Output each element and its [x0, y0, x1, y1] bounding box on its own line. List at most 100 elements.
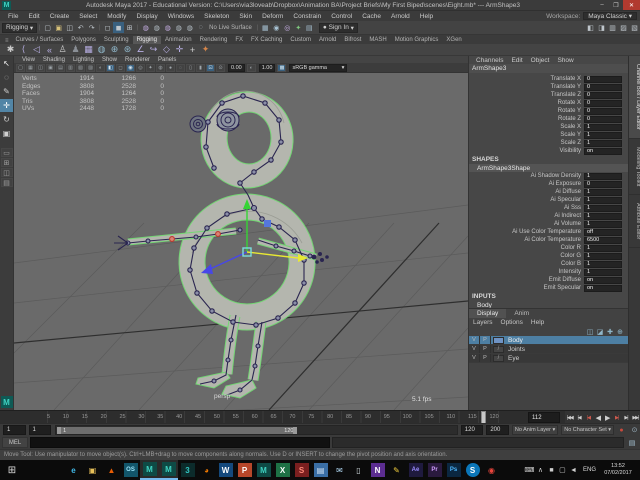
new-scene-icon[interactable]: ▢	[42, 22, 53, 33]
attribute-value-field[interactable]: 6500	[584, 236, 622, 244]
shelf-tab[interactable]: Motion Graphics	[391, 36, 443, 44]
layer-options-icon[interactable]: ⊕	[615, 327, 625, 336]
panel-toolbar-icon[interactable]: ▣	[46, 63, 55, 72]
layer-color-swatch[interactable]: /	[493, 345, 504, 353]
attribute-label[interactable]: Visibility	[469, 148, 584, 154]
substance-icon[interactable]: S	[292, 460, 311, 480]
layer-name[interactable]: Body	[506, 337, 523, 344]
anim-layer-dropdown[interactable]: No Anim Layer ▾	[511, 425, 559, 435]
attribute-label[interactable]: Translate Y	[469, 84, 584, 90]
time-slider[interactable]: 5 10 15 20 25 30 35 40 45 50 55 60 65 70 75 80 85 90 95 100…	[0, 410, 640, 424]
show-channel-box-icon[interactable]: ▧	[629, 22, 640, 33]
animation-end-field[interactable]: 200	[486, 425, 509, 435]
menu-item[interactable]: Arnold	[386, 13, 415, 20]
panel-toolbar-icon[interactable]: ◉	[126, 63, 135, 72]
channel-box-menu-item[interactable]: Edit	[507, 57, 526, 64]
panel-toolbar-icon[interactable]: ▢	[16, 63, 25, 72]
hidden-icons-chevron[interactable]: ∧	[535, 463, 546, 477]
word-icon[interactable]: W	[216, 460, 235, 480]
panel-toolbar-icon[interactable]: ⊡	[206, 63, 215, 72]
ik-handle-icon[interactable]: ⟨	[17, 44, 30, 56]
tray-app-icon[interactable]: ■	[546, 463, 557, 477]
anim-preferences-icon[interactable]: ⊙	[629, 425, 640, 436]
mail-icon[interactable]: ✉	[330, 460, 349, 480]
shape-node-name[interactable]: ArmShape3Shape	[469, 164, 628, 172]
render-settings-icon[interactable]: ◎	[282, 22, 293, 33]
snap-curve-icon[interactable]: ◍	[151, 22, 162, 33]
layout-outliner[interactable]: ▤	[0, 178, 13, 187]
select-object-icon[interactable]: ◼	[113, 22, 125, 33]
attribute-label[interactable]: Emit Specular	[469, 285, 584, 291]
snap-grid-icon[interactable]: ◍	[140, 22, 151, 33]
minimize-button[interactable]: –	[595, 0, 609, 10]
show-hypershade-icon[interactable]: ◨	[596, 22, 607, 33]
document-icon[interactable]: ▯	[349, 460, 368, 480]
panel-toolbar-icon[interactable]: ▤	[56, 63, 65, 72]
humanik-control-icon[interactable]: ♟	[69, 44, 82, 56]
paint-select-tool[interactable]: ✎	[0, 85, 13, 98]
pencil-icon[interactable]: ✎	[387, 460, 406, 480]
layer-name[interactable]: Joints	[506, 346, 525, 353]
sidebar-vertical-tab[interactable]: Channel Box / Layer Editor	[629, 56, 640, 139]
range-groove[interactable]: 1 120	[55, 425, 458, 435]
play-backwards-button[interactable]: ◀	[593, 414, 602, 422]
sign-in-button[interactable]: ● Sign In ▾	[318, 22, 358, 33]
shelf-tab[interactable]: Custom	[286, 36, 315, 44]
humanik-character-icon[interactable]: ♙	[56, 44, 69, 56]
mirror-weights-icon[interactable]: ↪	[147, 44, 160, 56]
attribute-value-field[interactable]: 1	[584, 139, 622, 147]
ipr-render-icon[interactable]: ◉	[271, 22, 282, 33]
auto-keyframe-icon[interactable]: ●	[616, 425, 627, 436]
step-forward-key-button[interactable]: ▶|	[612, 415, 621, 421]
attribute-value-field[interactable]: off	[584, 228, 622, 236]
attribute-value-field[interactable]: 1	[584, 260, 622, 268]
layer-name[interactable]: Eye	[506, 355, 519, 362]
redo-icon[interactable]: ↷	[86, 22, 97, 33]
attribute-label[interactable]: Ai Use Color Temperature	[469, 229, 584, 235]
attribute-value-field[interactable]: 1	[584, 123, 622, 131]
layout-persp-outliner[interactable]: ◫	[0, 168, 13, 177]
layer-row[interactable]: V P Body	[469, 336, 628, 345]
layer-playback-toggle[interactable]: P	[480, 345, 491, 353]
clock[interactable]: 13:52 07/02/2017	[600, 463, 640, 477]
interactive-bind-icon[interactable]: ⊛	[121, 44, 134, 56]
lasso-select-tool[interactable]: ◌	[0, 71, 13, 84]
attribute-value-field[interactable]: 1	[584, 188, 622, 196]
show-modeling-toolkit-icon[interactable]: ◧	[585, 22, 596, 33]
layer-add-icon[interactable]: ✚	[605, 327, 615, 336]
menu-item[interactable]: Modify	[102, 13, 131, 20]
menuset-dropdown[interactable]: Rigging ▾	[2, 22, 38, 33]
attribute-value-field[interactable]: 1	[584, 196, 622, 204]
attribute-value-field[interactable]: 0	[584, 180, 622, 188]
attribute-value-field[interactable]: 1	[584, 220, 622, 228]
layer-row[interactable]: V P / Joints	[469, 345, 628, 354]
launch-render-icon[interactable]: ▤	[304, 22, 315, 33]
close-button[interactable]: ✕	[623, 0, 640, 10]
attribute-value-field[interactable]: on	[584, 284, 622, 292]
select-tool[interactable]: ↖	[0, 57, 13, 70]
attribute-value-field[interactable]: on	[584, 147, 622, 155]
step-back-frame-button[interactable]: |◀	[574, 415, 583, 421]
attribute-label[interactable]: Ai Specular	[469, 197, 584, 203]
panel-toolbar-icon[interactable]: ◻	[116, 63, 125, 72]
channel-box-menu-item[interactable]: Channels	[472, 57, 507, 64]
panel-toolbar-icon[interactable]: ◎	[136, 63, 145, 72]
layer-color-swatch[interactable]: /	[493, 354, 504, 362]
insert-joint-icon[interactable]: «	[43, 44, 56, 56]
shelf-tab[interactable]: Bifrost	[340, 36, 365, 44]
menu-item[interactable]: Constrain	[288, 13, 326, 20]
panel-toolbar-icon[interactable]: ▦	[26, 63, 35, 72]
set-driven-key-icon[interactable]: ✦	[199, 44, 212, 56]
attribute-label[interactable]: Ai Sss	[469, 205, 584, 211]
sidebar-vertical-tab[interactable]: Attribute Editor	[629, 195, 640, 249]
attribute-value-field[interactable]: 1	[584, 204, 622, 212]
attribute-value-field[interactable]: 1	[584, 212, 622, 220]
add-keyframe-icon[interactable]: +	[186, 44, 199, 56]
layer-visibility-toggle[interactable]: V	[469, 336, 480, 344]
playback-end-field[interactable]: 120	[460, 425, 484, 435]
panel-toolbar-icon[interactable]: ▧	[76, 63, 85, 72]
menu-item[interactable]: Cache	[357, 13, 386, 20]
attribute-label[interactable]: Ai Color Temperature	[469, 237, 584, 243]
shelf-tab[interactable]: MASH	[365, 36, 390, 44]
scale-tool[interactable]: ▣	[0, 127, 13, 140]
